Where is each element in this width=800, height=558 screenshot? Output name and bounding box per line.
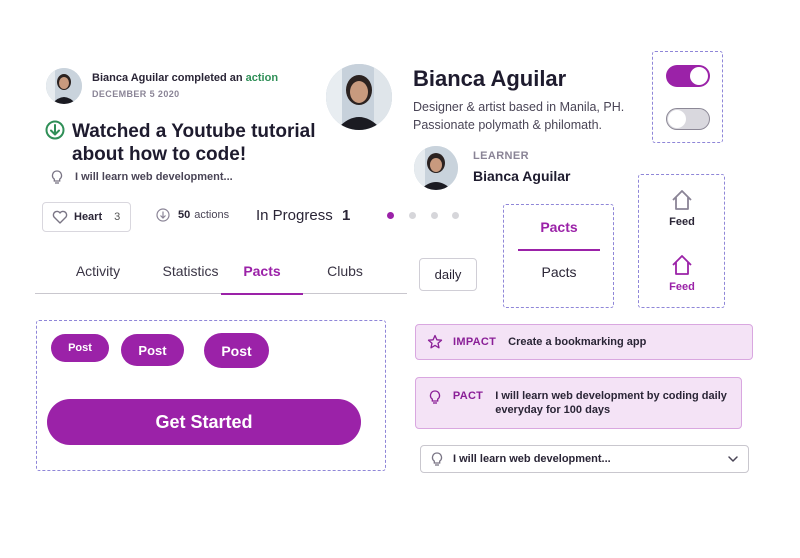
toggle-knob — [668, 109, 686, 128]
nav-feed-active[interactable]: Feed — [652, 253, 712, 297]
completed-icon — [45, 120, 65, 140]
actions-label: actions — [194, 209, 230, 221]
tab-pacts-active[interactable]: Pacts — [518, 215, 600, 251]
pact-label: PACT — [452, 390, 484, 402]
lightbulb-icon — [429, 390, 443, 406]
arrow-down-circle-icon — [156, 208, 170, 222]
tab-pacts-active-label: Pacts — [540, 219, 578, 235]
tab-activity[interactable]: Activity — [63, 256, 133, 294]
pact-text: I will learn web development by coding d… — [495, 390, 727, 416]
carousel-dot[interactable] — [431, 212, 438, 219]
impact-card[interactable]: IMPACT Create a bookmarking app — [415, 324, 753, 360]
profile-bio: Designer & artist based in Manila, PH. P… — [413, 98, 653, 134]
profile-name: Bianca Aguilar — [413, 66, 567, 91]
actions-count[interactable]: 50 actions — [156, 208, 229, 222]
learner-role: LEARNER — [473, 150, 529, 162]
feed-avatar[interactable] — [46, 68, 82, 104]
status-label: In Progress — [256, 207, 333, 224]
tab-pacts-inactive-label: Pacts — [541, 264, 577, 280]
pact-select-value: I will learn web development... — [453, 453, 611, 465]
tab-clubs[interactable]: Clubs — [315, 256, 375, 294]
tab-pacts[interactable]: Pacts — [221, 256, 303, 295]
home-icon — [652, 188, 712, 212]
profile-tabs: Activity Statistics Pacts Clubs — [35, 256, 407, 295]
impact-text: Create a bookmarking app — [508, 336, 647, 348]
home-icon — [652, 253, 712, 277]
status-count: 1 — [342, 207, 351, 224]
heart-count: 3 — [114, 211, 121, 223]
heart-label: Heart — [74, 211, 103, 223]
nav-feed-label: Feed — [669, 216, 695, 228]
feed-headline: Bianca Aguilar completed an action — [92, 72, 278, 84]
toggle-switch-on[interactable] — [666, 65, 710, 87]
post-button-medium[interactable]: Post — [121, 334, 184, 366]
pact-card[interactable]: PACT I will learn web development by cod… — [415, 377, 742, 429]
pact-select[interactable]: I will learn web development... — [420, 445, 749, 473]
feed-title: Watched a Youtube tutorial about how to … — [72, 121, 316, 165]
lightbulb-icon — [51, 170, 63, 184]
impact-label: IMPACT — [453, 336, 497, 348]
actions-number: 50 — [178, 209, 191, 221]
heart-button[interactable]: Heart 3 — [42, 202, 131, 232]
nav-feed-label: Feed — [669, 281, 695, 293]
lightbulb-icon — [431, 452, 443, 466]
profile-bio-line: Passionate polymath & philomath. — [413, 118, 602, 132]
feed-action-link[interactable]: action — [246, 72, 278, 84]
profile-bio-line: Designer & artist based in Manila, PH. — [413, 100, 625, 114]
feed-pact-text[interactable]: I will learn web development... — [75, 171, 233, 183]
chip-daily[interactable]: daily — [419, 258, 477, 291]
learner-avatar[interactable] — [414, 146, 458, 190]
nav-feed-inactive[interactable]: Feed — [652, 188, 712, 232]
profile-avatar[interactable] — [326, 64, 392, 130]
post-button-small[interactable]: Post — [51, 334, 109, 362]
get-started-button[interactable]: Get Started — [47, 399, 361, 445]
carousel-dot[interactable] — [452, 212, 459, 219]
feed-completed-text: completed an — [168, 72, 246, 84]
chevron-down-icon — [726, 452, 740, 469]
heart-icon — [52, 210, 68, 224]
carousel-dot[interactable] — [409, 212, 416, 219]
feed-user-name[interactable]: Bianca Aguilar — [92, 72, 169, 84]
tab-pacts-inactive[interactable]: Pacts — [518, 260, 600, 290]
toggle-switch-off[interactable] — [666, 108, 710, 130]
learner-name: Bianca Aguilar — [473, 168, 571, 184]
feed-date: DECEMBER 5 2020 — [92, 89, 180, 99]
toggle-knob — [690, 67, 708, 85]
post-button-large[interactable]: Post — [204, 333, 269, 368]
carousel-dot-active[interactable] — [387, 212, 394, 219]
star-icon — [427, 334, 443, 350]
